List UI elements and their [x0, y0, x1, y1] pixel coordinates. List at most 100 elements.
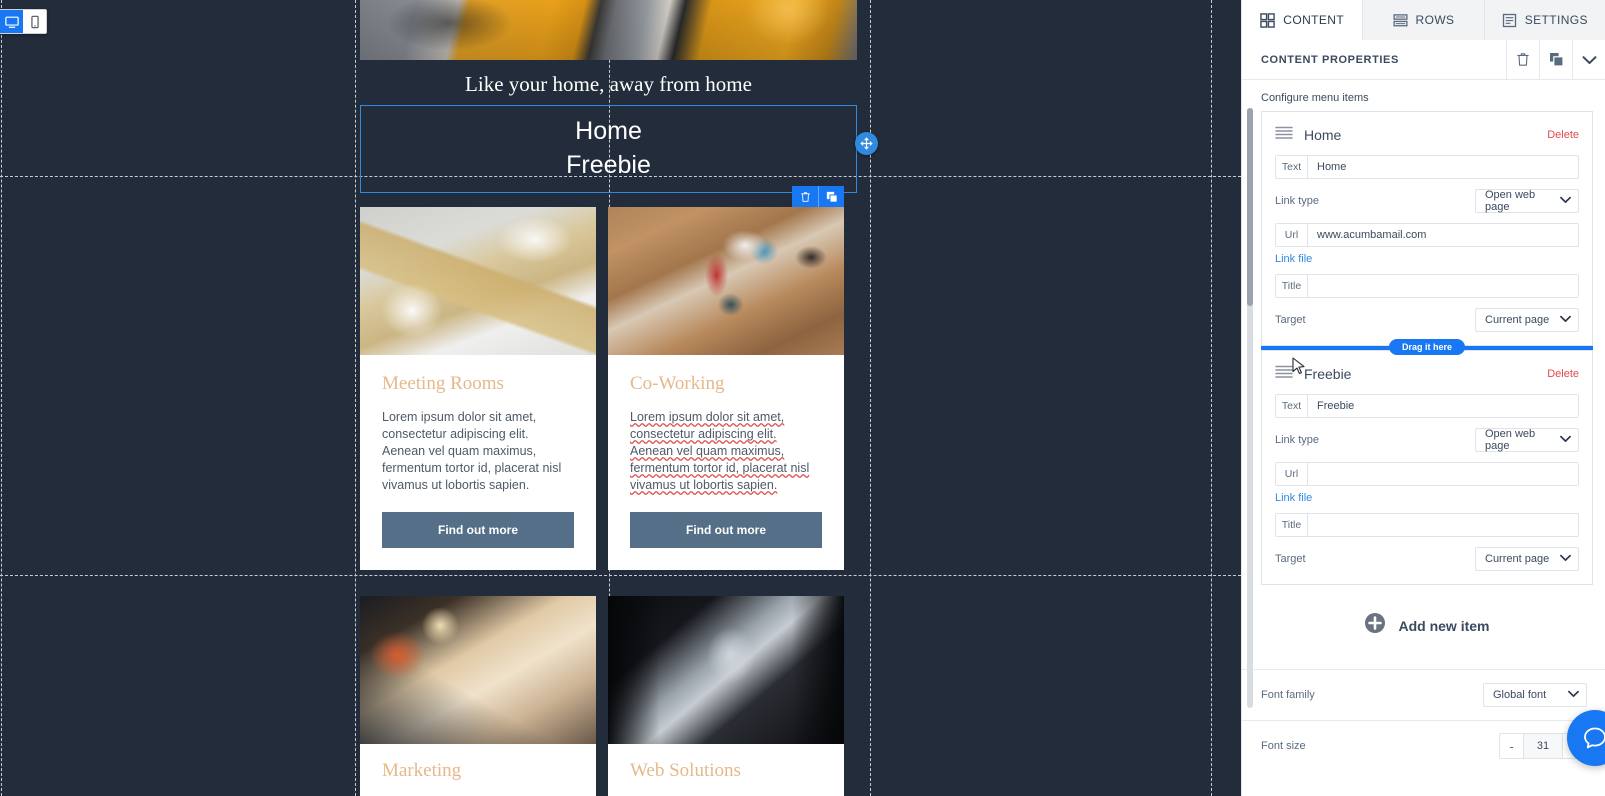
link-file-link[interactable]: Link file	[1275, 492, 1579, 504]
menu-item-card-home[interactable]: Home Delete Text Link type Open web page	[1261, 111, 1593, 346]
menu-link-freebie[interactable]: Freebie	[361, 148, 856, 182]
plus-circle-icon	[1364, 612, 1386, 639]
menu-block-selected[interactable]: Home Freebie	[360, 105, 878, 193]
card-paragraph[interactable]: Lorem ipsum dolor sit amet, consectetur …	[382, 409, 574, 494]
text-input[interactable]	[1308, 395, 1578, 417]
font-family-row: Font family Global font	[1242, 669, 1605, 720]
device-preview-toggle[interactable]	[0, 9, 47, 34]
trash-icon[interactable]	[792, 186, 818, 207]
card-title[interactable]: Marketing	[382, 760, 574, 782]
email-canvas[interactable]: Like your home, away from home Home Free…	[0, 0, 1241, 796]
title-input[interactable]	[1308, 514, 1578, 536]
card-web-solutions[interactable]: Web Solutions	[608, 596, 844, 796]
tab-label: SETTINGS	[1524, 13, 1588, 27]
panel-scrollbar-thumb[interactable]	[1247, 108, 1253, 306]
target-row: Target Current page	[1275, 308, 1579, 332]
email-body: Like your home, away from home Home Free…	[360, 0, 878, 796]
chevron-down-icon	[1560, 434, 1571, 446]
tab-label: CONTENT	[1283, 13, 1345, 27]
drag-drop-placeholder: Drag it here	[1261, 339, 1593, 355]
link-type-select[interactable]: Open web page	[1475, 428, 1579, 452]
block-toolbar[interactable]	[792, 186, 844, 207]
panel-scrollbar[interactable]	[1247, 108, 1253, 708]
cards-row-top: Meeting Rooms Lorem ipsum dolor sit amet…	[360, 186, 857, 570]
grid-squares-icon	[1260, 12, 1276, 28]
card-image[interactable]	[360, 207, 596, 355]
find-out-more-button[interactable]: Find out more	[382, 512, 574, 548]
target-select[interactable]: Current page	[1475, 308, 1579, 332]
link-file-link[interactable]: Link file	[1275, 253, 1579, 265]
font-family-label: Font family	[1261, 689, 1315, 701]
card-marketing[interactable]: Marketing	[360, 596, 596, 796]
menu-item-name: Home	[1304, 127, 1342, 143]
copy-icon[interactable]	[1539, 39, 1572, 80]
tagline-text[interactable]: Like your home, away from home	[360, 60, 857, 105]
menu-item-header: Home Delete	[1275, 123, 1579, 155]
url-field-row[interactable]: Url	[1275, 223, 1579, 247]
find-out-more-button[interactable]: Find out more	[630, 512, 822, 548]
text-input[interactable]	[1308, 156, 1578, 178]
drag-handle-lines-icon[interactable]	[1275, 365, 1293, 383]
title-field-row[interactable]: Title	[1275, 513, 1579, 537]
guide-line-vertical	[355, 0, 356, 796]
delete-menu-item-link[interactable]: Delete	[1547, 368, 1579, 380]
font-size-value[interactable]: 31	[1523, 734, 1563, 758]
font-family-select[interactable]: Global font	[1483, 683, 1587, 707]
card-image[interactable]	[608, 207, 844, 355]
card-title[interactable]: Meeting Rooms	[382, 373, 574, 395]
url-field-label: Url	[1276, 463, 1308, 485]
text-field-row[interactable]: Text	[1275, 394, 1579, 418]
menu-item-card-freebie[interactable]: Freebie Delete Text Link type Open web p…	[1261, 350, 1593, 585]
panel-header-actions	[1506, 39, 1605, 80]
card-title-text: Co-Working	[630, 373, 725, 394]
link-type-row: Link type Open web page	[1275, 189, 1579, 213]
target-label: Target	[1275, 553, 1306, 565]
target-value: Current page	[1485, 553, 1550, 565]
title-input[interactable]	[1308, 275, 1578, 297]
card-meeting-rooms[interactable]: Meeting Rooms Lorem ipsum dolor sit amet…	[360, 207, 596, 570]
text-field-row[interactable]: Text	[1275, 155, 1579, 179]
target-select[interactable]: Current page	[1475, 547, 1579, 571]
desktop-monitor-icon[interactable]	[0, 10, 23, 33]
link-type-select[interactable]: Open web page	[1475, 189, 1579, 213]
card-title[interactable]: Co-Working	[630, 373, 822, 395]
tab-content[interactable]: CONTENT	[1242, 0, 1364, 40]
copy-icon[interactable]	[818, 186, 844, 207]
add-new-item-button[interactable]: Add new item	[1261, 585, 1593, 669]
menu-link-home[interactable]: Home	[361, 114, 856, 148]
move-arrows-icon[interactable]	[855, 132, 878, 155]
card-co-working[interactable]: Co-Working Lorem ipsum dolor sit amet, c…	[608, 186, 844, 570]
trash-icon[interactable]	[1506, 39, 1539, 80]
url-field-row[interactable]: Url	[1275, 462, 1579, 486]
panel-scroll-area[interactable]: Configure menu items Home Delete Text Ho…	[1242, 80, 1605, 796]
tab-settings[interactable]: SETTINGS	[1484, 0, 1605, 40]
card-title[interactable]: Web Solutions	[630, 760, 822, 782]
email-builder-app: Like your home, away from home Home Free…	[0, 0, 1605, 796]
card-body: Web Solutions	[608, 744, 844, 796]
properties-panel: CONTENT ROWS SETTINGS CONTENT PROPERTIES…	[1241, 0, 1605, 796]
card-image[interactable]	[360, 596, 596, 744]
add-new-item-label: Add new item	[1398, 617, 1490, 634]
title-field-row[interactable]: Title	[1275, 274, 1579, 298]
card-paragraph[interactable]: Lorem ipsum dolor sit amet, consectetur …	[630, 409, 822, 494]
chevron-down-icon[interactable]	[1572, 39, 1605, 80]
url-input[interactable]	[1308, 224, 1578, 246]
link-type-value: Open web page	[1485, 189, 1536, 213]
delete-menu-item-link[interactable]: Delete	[1547, 129, 1579, 141]
font-size-decrease-button[interactable]: -	[1500, 734, 1523, 758]
hero-banner-image[interactable]	[360, 0, 857, 60]
configure-menu-items-label: Configure menu items	[1261, 92, 1369, 104]
guide-line-vertical	[870, 0, 871, 796]
panel-title: CONTENT PROPERTIES	[1261, 53, 1399, 66]
font-family-value: Global font	[1493, 689, 1547, 701]
chevron-down-icon	[1568, 689, 1579, 701]
tab-rows[interactable]: ROWS	[1363, 0, 1485, 40]
url-input[interactable]	[1308, 463, 1578, 485]
guide-line-vertical	[1211, 0, 1212, 796]
rows-stack-icon	[1392, 13, 1408, 28]
mobile-phone-icon[interactable]	[23, 10, 46, 33]
panel-tabs: CONTENT ROWS SETTINGS	[1242, 0, 1605, 40]
card-image[interactable]	[608, 596, 844, 744]
drag-handle-lines-icon[interactable]	[1275, 126, 1293, 144]
card-body: Meeting Rooms Lorem ipsum dolor sit amet…	[360, 355, 596, 570]
